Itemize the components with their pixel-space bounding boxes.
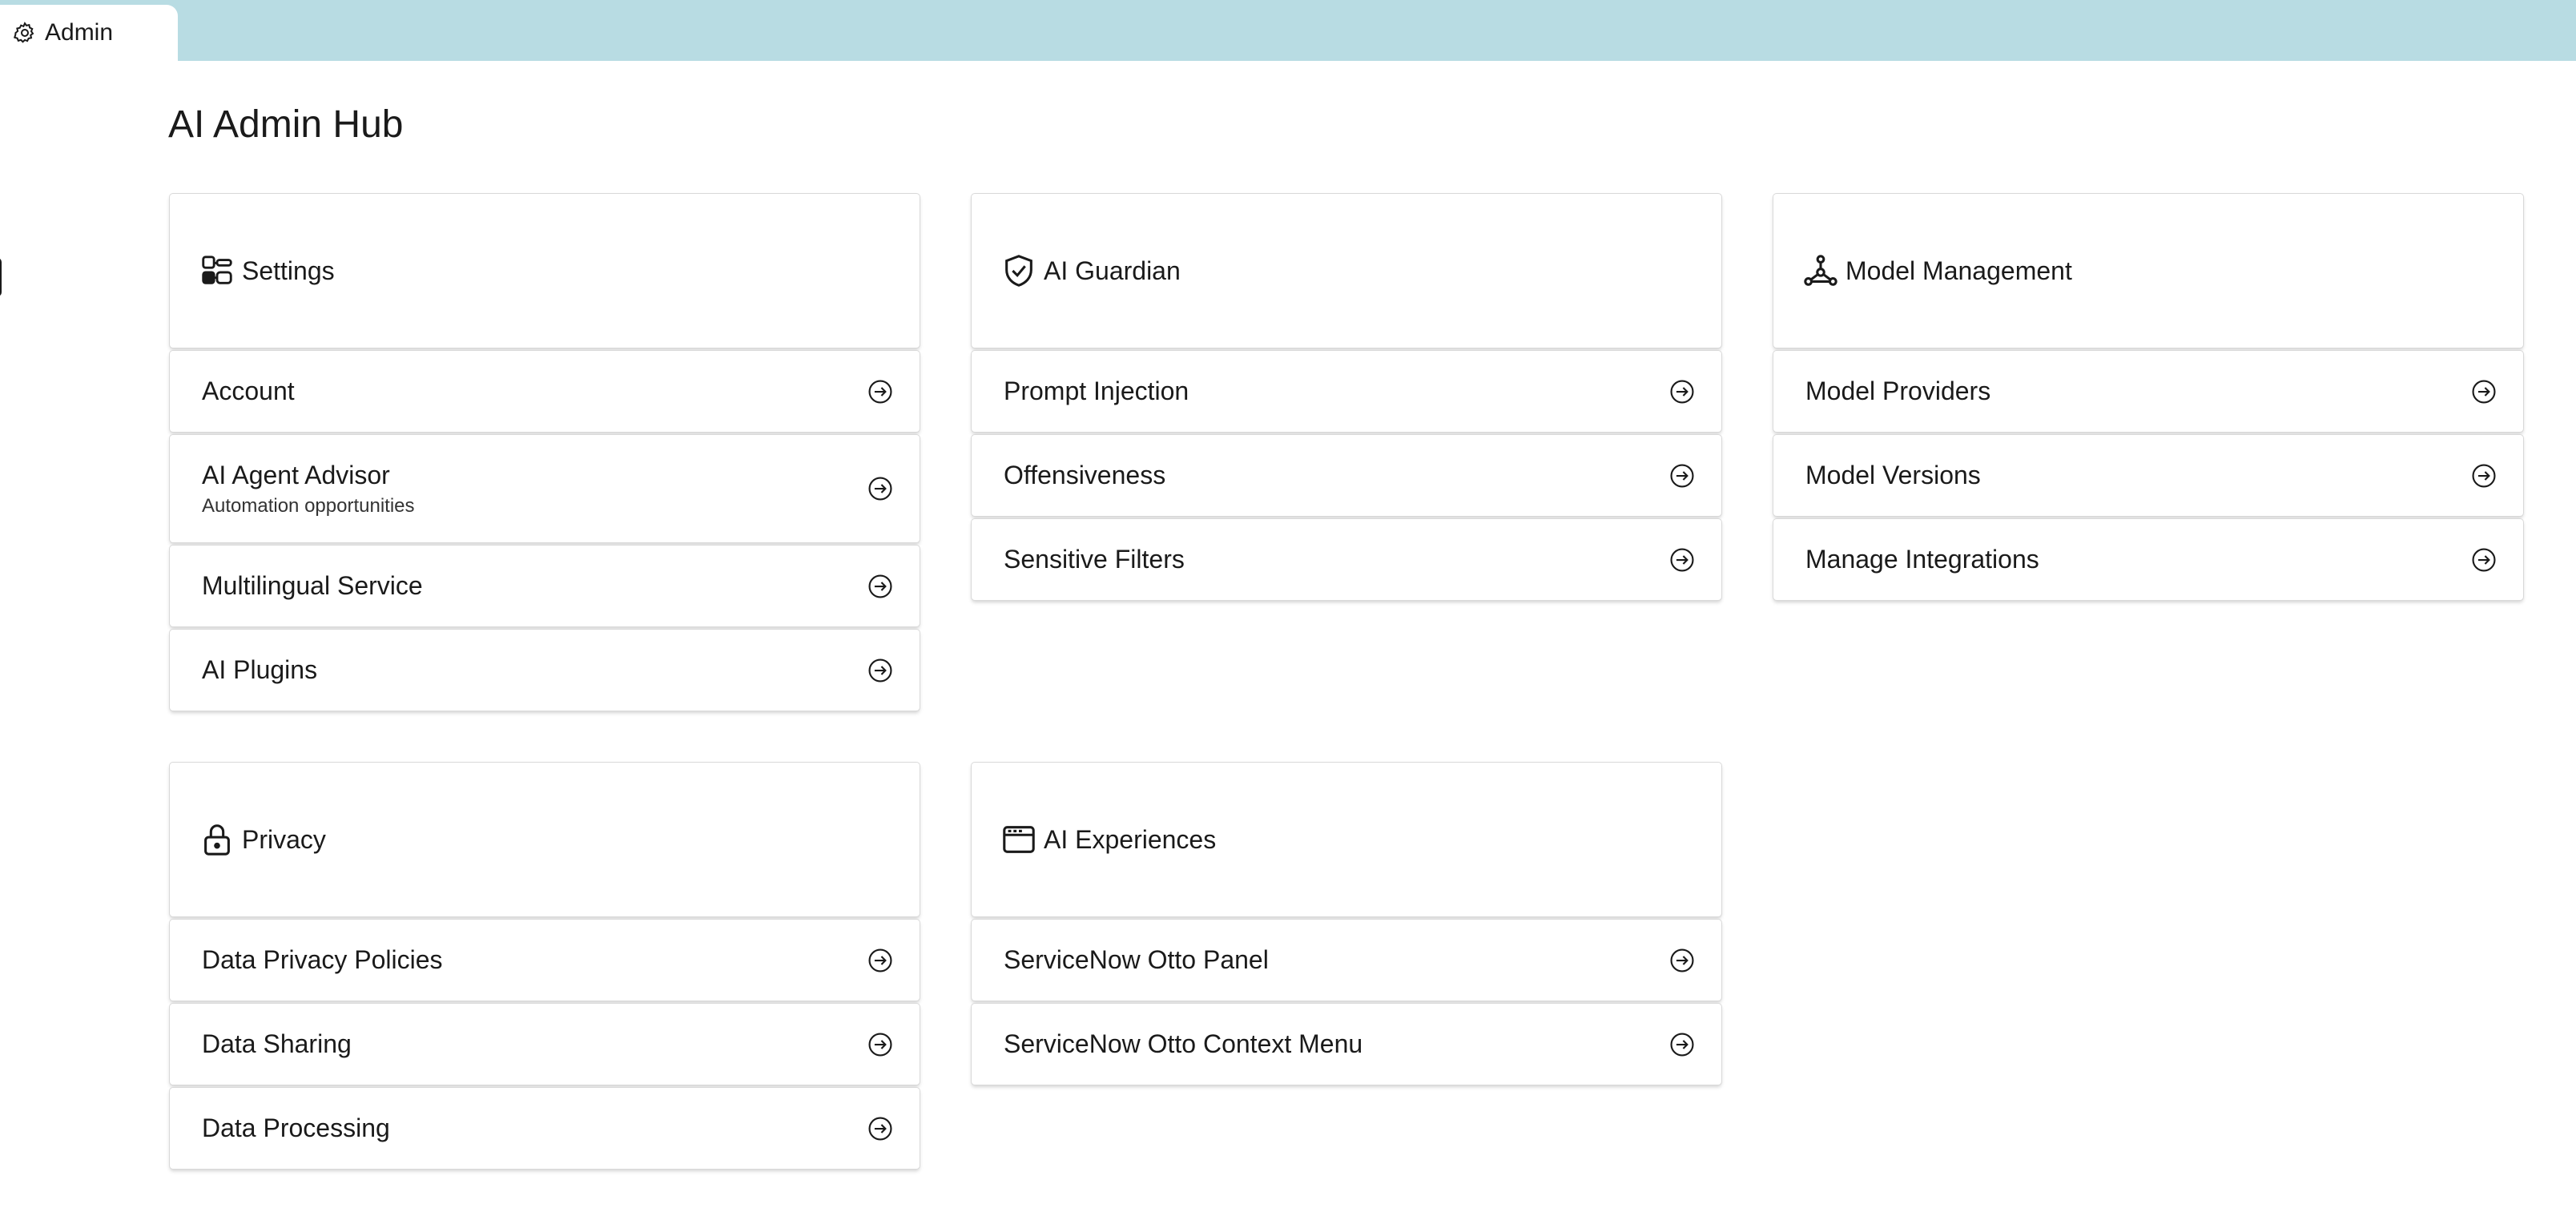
card-item-manage-integrations[interactable]: Manage Integrations [1773,519,2523,600]
card-model-management-title: Model Management [1845,256,2072,285]
arrow-circle-right-icon [2472,547,2496,572]
tab-admin[interactable]: Admin [0,5,178,61]
toggles-icon [202,256,232,284]
item-label: Model Providers [1805,376,1991,405]
card-privacy: Privacy Data Privacy Policies Data Shari… [170,763,920,1172]
card-item-model-providers[interactable]: Model Providers [1773,351,2523,432]
item-label: AI Agent Advisor [202,460,390,489]
arrow-circle-right-icon [2472,463,2496,488]
arrow-circle-right-icon [868,574,892,598]
card-model-management-header: Model Management [1773,194,2523,348]
card-settings: Settings Account AI Agent Advisor Automa… [170,194,920,714]
arrow-circle-right-icon [868,1032,892,1057]
network-nodes-icon [1804,255,1837,286]
tab-admin-label: Admin [45,19,114,46]
arrow-circle-right-icon [1670,948,1694,972]
card-item-ai-plugins[interactable]: AI Plugins [170,630,920,711]
card-privacy-title: Privacy [242,824,326,854]
arrow-circle-right-icon [1670,1032,1694,1057]
card-item-multilingual-service[interactable]: Multilingual Service [170,546,920,626]
item-label: AI Plugins [202,655,318,684]
arrow-circle-right-icon [1670,463,1694,488]
item-label: Manage Integrations [1805,545,2039,574]
card-item-data-privacy-policies[interactable]: Data Privacy Policies [170,920,920,1001]
card-ai-experiences: AI Experiences ServiceNow Otto Panel Ser… [972,763,1721,1088]
arrow-circle-right-icon [868,1116,892,1141]
card-item-otto-panel[interactable]: ServiceNow Otto Panel [972,920,1721,1001]
item-label: Data Privacy Policies [202,945,443,974]
card-item-otto-context-menu[interactable]: ServiceNow Otto Context Menu [972,1004,1721,1085]
card-item-prompt-injection[interactable]: Prompt Injection [972,351,1721,432]
gear-icon [13,22,34,43]
top-bar: Admin [0,0,2576,61]
arrow-circle-right-icon [2472,379,2496,404]
shield-check-icon [1005,255,1032,287]
page-title: AI Admin Hub [168,103,404,146]
item-subtitle: Automation opportunities [202,494,415,517]
browser-window-icon [1003,826,1035,853]
card-item-account[interactable]: Account [170,351,920,432]
card-ai-guardian-header: AI Guardian [972,194,1721,348]
item-label: Account [202,376,295,405]
item-label: Data Processing [202,1113,390,1142]
card-ai-guardian-title: AI Guardian [1044,256,1181,285]
card-settings-title: Settings [242,256,335,285]
card-item-ai-agent-advisor[interactable]: AI Agent Advisor Automation opportunitie… [170,435,920,542]
card-item-sensitive-filters[interactable]: Sensitive Filters [972,519,1721,600]
arrow-circle-right-icon [868,948,892,972]
card-ai-experiences-title: AI Experiences [1044,824,1217,854]
card-item-offensiveness[interactable]: Offensiveness [972,435,1721,516]
card-item-data-processing[interactable]: Data Processing [170,1088,920,1169]
card-item-model-versions[interactable]: Model Versions [1773,435,2523,516]
arrow-circle-right-icon [868,658,892,683]
card-model-management: Model Management Model Providers Model V… [1773,194,2523,603]
item-label: Offensiveness [1004,461,1166,489]
item-label: Multilingual Service [202,571,423,600]
side-panel-handle[interactable] [0,258,2,296]
lock-icon [204,824,230,856]
arrow-circle-right-icon [868,379,892,404]
card-privacy-header: Privacy [170,763,920,916]
card-settings-header: Settings [170,194,920,348]
item-label: Data Sharing [202,1029,352,1058]
card-ai-guardian: AI Guardian Prompt Injection Offensivene… [972,194,1721,603]
item-label: Prompt Injection [1004,376,1189,405]
item-label: ServiceNow Otto Context Menu [1004,1029,1363,1058]
arrow-circle-right-icon [868,477,892,501]
item-label: Model Versions [1805,461,1981,489]
card-ai-experiences-header: AI Experiences [972,763,1721,916]
arrow-circle-right-icon [1670,379,1694,404]
arrow-circle-right-icon [1670,547,1694,572]
item-label: ServiceNow Otto Panel [1004,945,1269,974]
item-label: Sensitive Filters [1004,545,1185,574]
card-item-data-sharing[interactable]: Data Sharing [170,1004,920,1085]
